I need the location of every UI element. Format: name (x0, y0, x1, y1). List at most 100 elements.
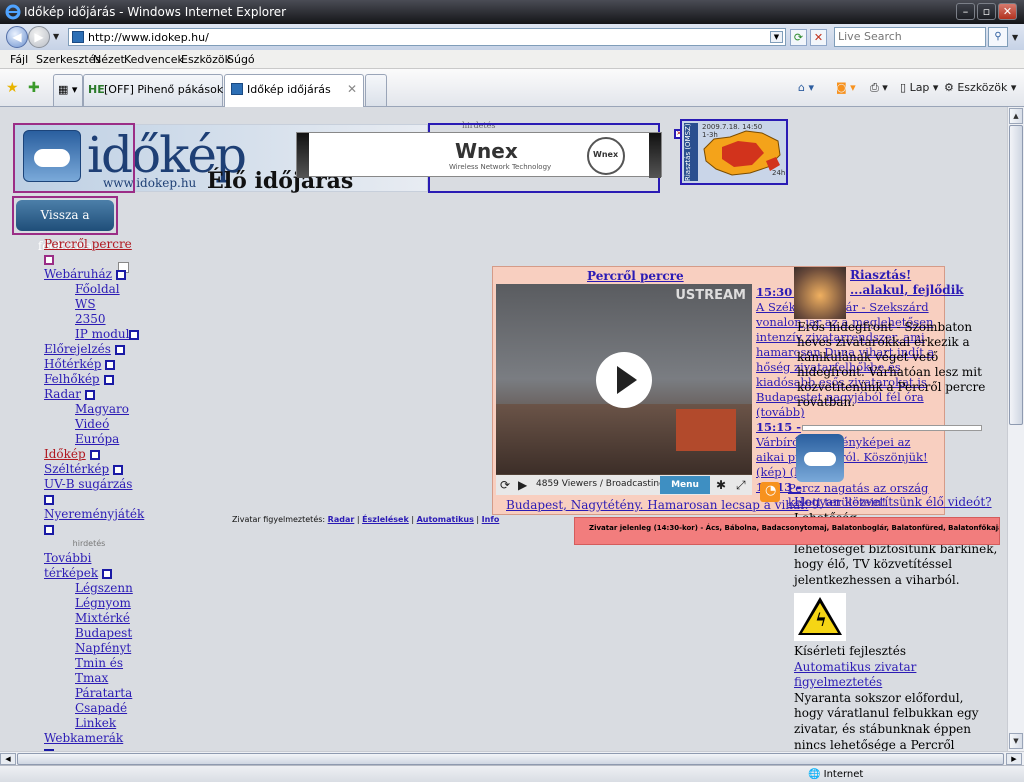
vertical-scroll-thumb[interactable] (1009, 125, 1023, 425)
percrol-title[interactable]: Percről percre (587, 269, 684, 283)
nav-sub-csapadek[interactable]: Csapadé (75, 701, 127, 715)
nav-sub-tmax[interactable]: Tmax (75, 671, 108, 685)
menu-help[interactable]: Súgó (227, 53, 255, 66)
video-menu-button[interactable]: Menu (660, 476, 710, 494)
nav-sub-video[interactable]: Videó (75, 417, 109, 431)
search-input[interactable] (835, 28, 975, 45)
rss-icon[interactable]: ◔ (760, 482, 780, 502)
close-tab-icon[interactable]: ✕ (347, 82, 357, 96)
nav-expand-icon[interactable] (115, 269, 126, 280)
nav-sub-legnyomas[interactable]: Légnyom (75, 596, 131, 610)
nav-hoterkep[interactable]: Hőtérkép (44, 357, 101, 371)
nav-nyeremeny[interactable]: Nyereményjáték (44, 507, 144, 521)
back-to-home-button[interactable]: Vissza a főoldalra (12, 196, 118, 253)
idokep-cloud-icon[interactable] (796, 434, 844, 482)
storm-now-bar[interactable]: Zivatar jelenleg (14:30-kor) - Ács, Bábo… (574, 517, 1000, 545)
nav-sub-legszenny[interactable]: Légszenn (75, 581, 133, 595)
nav-sub-ws[interactable]: WS (75, 297, 96, 311)
video-player[interactable]: USTREAM ⟳ ▶ 4859 Viewers / Broadcasting … (496, 284, 752, 495)
nav-percrol[interactable]: Percről percre (44, 237, 132, 251)
close-button[interactable]: ✕ (998, 3, 1017, 20)
tools-menu[interactable]: ⚙ Eszközök ▾ (944, 81, 1016, 94)
nav-sub-fooldal[interactable]: Főoldal (75, 282, 120, 296)
nav-expand-icon[interactable] (103, 374, 114, 385)
nav-sub-ipmodul[interactable]: IP modul (75, 327, 129, 341)
search-options-icon[interactable]: ▼ (1012, 33, 1018, 42)
nav-expand-icon[interactable] (85, 389, 96, 400)
nav-idokep[interactable]: Időkép (44, 447, 86, 461)
new-tab-button[interactable] (365, 74, 387, 106)
favorites-star-icon[interactable]: ★ (6, 80, 19, 96)
stop-button[interactable]: ✕ (810, 29, 827, 46)
settings-icon[interactable]: ✱ (716, 478, 726, 492)
scroll-left-icon[interactable]: ◀ (0, 753, 16, 765)
nav-sub-napfeny[interactable]: Napfényt (75, 641, 131, 655)
nav-expand-icon[interactable] (114, 344, 125, 355)
warning-link-info[interactable]: Info (482, 515, 500, 524)
nav-webaruhaz[interactable]: Webáruház (44, 267, 112, 281)
nav-sub-paratart[interactable]: Páratarta (75, 686, 132, 700)
quick-tabs-button[interactable]: ▦ ▾ (53, 74, 83, 106)
add-favorite-icon[interactable]: ✚ (28, 80, 40, 96)
warning-link-radar[interactable]: Radar (328, 515, 355, 524)
nav-percrol-icon[interactable] (44, 254, 54, 265)
fullscreen-icon[interactable]: ⤢ (736, 478, 746, 493)
tab-idokep[interactable]: Időkép időjárás ✕ (224, 74, 364, 107)
vertical-scrollbar[interactable]: ▲ ▼ (1007, 107, 1024, 751)
menu-tools[interactable]: Eszközök (181, 53, 231, 66)
nav-expand-icon[interactable] (113, 464, 124, 475)
feeds-icon[interactable]: ◙ ▾ (836, 81, 856, 94)
nav-sub-2350[interactable]: 2350 (75, 312, 106, 326)
tab-pihenopakas[interactable]: HE [OFF] Pihenő pákások témáj... (83, 74, 269, 106)
nav-radar[interactable]: Radar (44, 387, 81, 401)
home-icon[interactable]: ⌂ ▾ (798, 81, 814, 94)
scroll-up-icon[interactable]: ▲ (1009, 108, 1023, 124)
history-dropdown-icon[interactable]: ▼ (53, 32, 59, 41)
nav-terkepek[interactable]: térképek (44, 566, 98, 580)
search-box[interactable] (834, 27, 986, 47)
nav-webkamerak[interactable]: Webkamerák (44, 731, 123, 745)
maximize-button[interactable]: ▫ (977, 3, 996, 20)
nav-sub-budapest[interactable]: Budapest (75, 626, 132, 640)
menu-view[interactable]: Nézet (93, 53, 125, 66)
nav-expand-icon[interactable] (44, 524, 54, 535)
forward-button[interactable]: ▶ (28, 26, 50, 48)
news-text[interactable]: Várbíró Péter fényképei az aikai pusztít… (756, 435, 936, 480)
nav-sub-tmin[interactable]: Tmin és (75, 656, 123, 670)
nav-expand-icon[interactable] (129, 329, 140, 340)
refresh-button[interactable]: ⟳ (790, 29, 807, 46)
warning-link-automatikus[interactable]: Automatikus (417, 515, 474, 524)
nav-sub-magyaro[interactable]: Magyaro (75, 402, 129, 416)
refresh-icon[interactable]: ⟳ (500, 478, 510, 492)
minimize-button[interactable]: – (956, 3, 975, 20)
storm-photo[interactable] (794, 267, 846, 319)
horizontal-scroll-thumb[interactable] (17, 753, 1004, 765)
scroll-down-icon[interactable]: ▼ (1009, 733, 1023, 749)
menu-favorites[interactable]: Kedvencek (124, 53, 184, 66)
play-small-icon[interactable]: ▶ (518, 478, 527, 492)
warning-map[interactable]: Riasztás (OMSZ) 2009.7.18. 14:50 1-3h 24… (680, 119, 788, 185)
nav-szelterkep[interactable]: Széltérkép (44, 462, 109, 476)
warning-link-eszlelesek[interactable]: Észlelések (362, 515, 409, 524)
nav-expand-icon[interactable] (102, 568, 113, 579)
nav-sub-europa[interactable]: Európa (75, 432, 119, 446)
back-button[interactable]: ◀ (6, 26, 28, 48)
nav-felhokep[interactable]: Felhőkép (44, 372, 100, 386)
page-menu[interactable]: ▯ Lap ▾ (900, 81, 938, 94)
nav-tovabbi[interactable]: További (44, 551, 91, 565)
print-icon[interactable]: ⎙ ▾ (870, 81, 888, 95)
url-dropdown-icon[interactable]: ▼ (770, 31, 783, 43)
nav-elorejelzes[interactable]: Előrejelzés (44, 342, 111, 356)
scroll-right-icon[interactable]: ▶ (1006, 753, 1022, 765)
nav-expand-icon[interactable] (105, 359, 116, 370)
ad-banner[interactable]: Wnex Wireless Network Technology Wnex (296, 132, 662, 178)
menu-edit[interactable]: Szerkesztés (36, 53, 101, 66)
url-field[interactable]: http://www.idokep.hu/ ▼ (68, 28, 786, 46)
nav-sub-linkek[interactable]: Linkek (75, 716, 116, 730)
menu-file[interactable]: Fájl (10, 53, 28, 66)
nav-uvb[interactable]: UV-B sugárzás (44, 477, 132, 491)
search-icon[interactable]: ⚲ (988, 27, 1008, 47)
nav-expand-icon[interactable] (44, 494, 54, 505)
auto-warning-link[interactable]: Automatikus zivatar figyelmeztetés (794, 660, 989, 691)
live-video-link[interactable]: Hogyan közvetítsünk élő videót? (794, 495, 1006, 511)
